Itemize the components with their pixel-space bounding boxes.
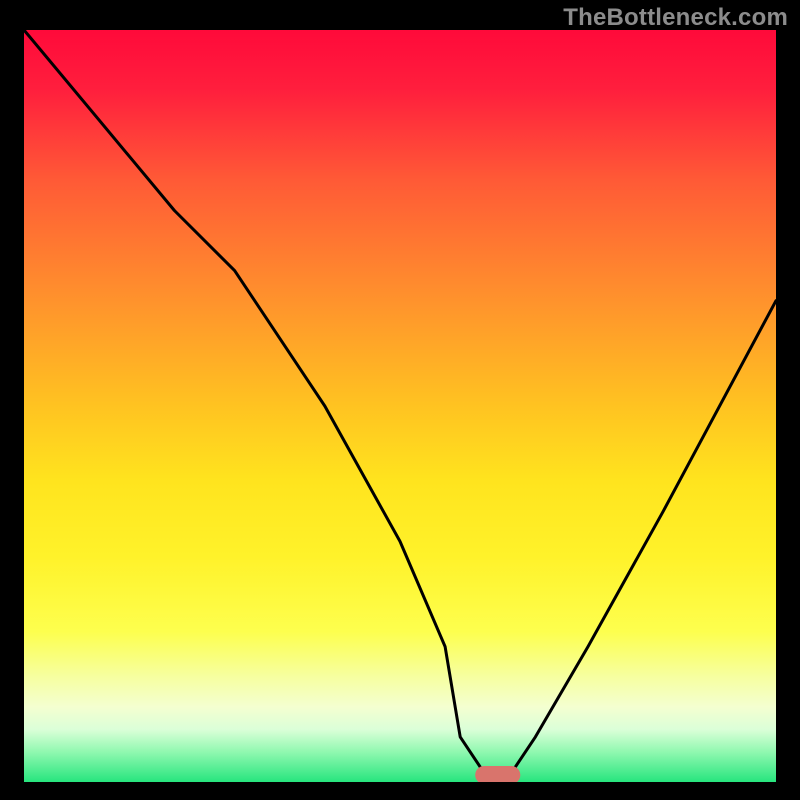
target-marker bbox=[475, 766, 520, 782]
watermark-text: TheBottleneck.com bbox=[563, 4, 788, 32]
bottleneck-chart bbox=[24, 30, 776, 782]
gradient-background bbox=[24, 30, 776, 782]
chart-frame: TheBottleneck.com bbox=[0, 0, 800, 800]
